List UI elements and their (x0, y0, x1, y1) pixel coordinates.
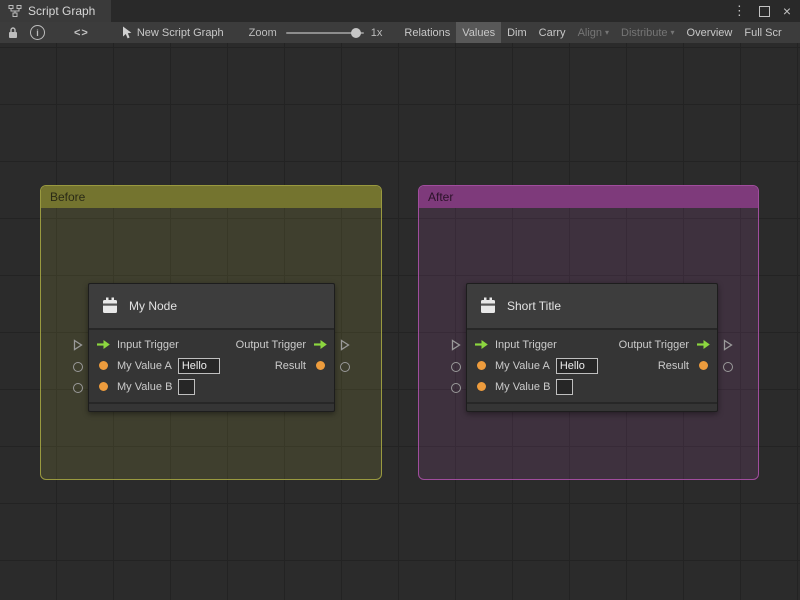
output-flow-port-icon[interactable] (723, 339, 733, 351)
port-label: My Value B (117, 380, 173, 393)
toolbar-buttons: Relations Values Dim Carry Align ▾ Distr… (398, 22, 787, 43)
node-body: Input Trigger Output Trigger My Value A … (89, 330, 334, 402)
overview-button[interactable]: Overview (681, 22, 739, 43)
lock-icon[interactable] (7, 22, 19, 43)
node-footer (89, 402, 334, 411)
port-label: Output Trigger (235, 338, 306, 351)
port-row: Input Trigger Output Trigger (89, 334, 334, 355)
output-flow-port-icon[interactable] (340, 339, 350, 351)
zoom-slider-knob[interactable] (350, 27, 361, 38)
value-port-icon[interactable] (95, 360, 111, 372)
port-row: My Value B (467, 376, 717, 397)
node-header[interactable]: My Node (89, 284, 334, 330)
value-b-field[interactable] (178, 378, 196, 395)
port-label: My Value A (117, 359, 172, 372)
chevron-down-icon: ▾ (670, 28, 675, 37)
graph-toolbar: i <> New Script Graph Zoom 1x Relations … (0, 22, 800, 44)
flow-out-icon[interactable] (695, 339, 711, 351)
node-title: My Node (129, 299, 178, 313)
menu-icon[interactable]: ⋮ (733, 3, 746, 19)
node-header[interactable]: Short Title (467, 284, 717, 330)
align-label: Align (577, 26, 603, 39)
carry-button[interactable]: Carry (533, 22, 572, 43)
flow-in-icon[interactable] (473, 339, 489, 351)
port-row: My Value A Result (467, 355, 717, 376)
input-value-port-icon[interactable] (451, 362, 461, 372)
tab-bar: Script Graph ⋮ × (0, 0, 800, 22)
info-icon[interactable]: i (30, 25, 45, 40)
maximize-icon[interactable] (758, 5, 770, 17)
script-graph-window: Script Graph ⋮ × i <> New Script Graph Z… (0, 0, 800, 600)
fullscreen-button[interactable]: Full Scr (738, 22, 787, 43)
window-controls: ⋮ × (733, 0, 800, 22)
port-label: Input Trigger (495, 338, 557, 351)
node-title: Short Title (507, 299, 562, 313)
zoom-value: 1x (370, 26, 383, 39)
distribute-label: Distribute (621, 26, 668, 39)
new-script-graph-label: New Script Graph (136, 26, 224, 39)
pointer-icon (121, 26, 132, 39)
input-flow-port-icon[interactable] (451, 339, 461, 351)
input-value-port-icon[interactable] (73, 362, 83, 372)
value-port-icon[interactable] (695, 360, 711, 372)
close-icon[interactable]: × (783, 3, 791, 19)
value-port-icon[interactable] (473, 381, 489, 393)
port-row: Input Trigger Output Trigger (467, 334, 717, 355)
port-label: Output Trigger (618, 338, 689, 351)
tab-title: Script Graph (28, 4, 96, 18)
group-before-label: Before (50, 190, 86, 204)
port-label: My Value A (495, 359, 550, 372)
chevron-down-icon: ▾ (605, 28, 610, 37)
value-a-field[interactable] (555, 357, 598, 374)
port-label: Result (657, 359, 689, 372)
node-body: Input Trigger Output Trigger My Value A … (467, 330, 717, 402)
group-after-header[interactable]: After (419, 186, 758, 208)
align-dropdown[interactable]: Align ▾ (572, 22, 615, 43)
script-graph-icon (8, 5, 22, 17)
node-footer (467, 402, 717, 411)
flow-in-icon[interactable] (95, 339, 111, 351)
port-row: My Value A Result (89, 355, 334, 376)
port-label: Result (274, 359, 306, 372)
value-b-field[interactable] (556, 378, 574, 395)
port-label: My Value B (495, 380, 551, 393)
code-icon[interactable]: <> (74, 22, 89, 43)
zoom-label: Zoom (248, 26, 277, 39)
tab-script-graph[interactable]: Script Graph (0, 0, 112, 22)
new-script-graph-button[interactable]: New Script Graph (121, 26, 224, 39)
zoom-slider[interactable] (285, 27, 364, 38)
distribute-dropdown[interactable]: Distribute ▾ (615, 22, 680, 43)
dim-button[interactable]: Dim (501, 22, 533, 43)
relations-button[interactable]: Relations (398, 22, 456, 43)
input-flow-port-icon[interactable] (73, 339, 83, 351)
node-my-node[interactable]: My Node Input Trigger Output Trigger My … (73, 283, 350, 412)
group-before-header[interactable]: Before (41, 186, 381, 208)
flow-out-icon[interactable] (312, 339, 328, 351)
value-port-icon[interactable] (95, 381, 111, 393)
value-port-icon[interactable] (473, 360, 489, 372)
node-short-title[interactable]: Short Title Input Trigger Output Trigger (451, 283, 733, 412)
values-button[interactable]: Values (456, 22, 502, 43)
input-value-port-icon[interactable] (73, 383, 83, 393)
port-row: My Value B (89, 376, 334, 397)
input-value-port-icon[interactable] (451, 383, 461, 393)
unit-icon (100, 296, 120, 316)
port-label: Input Trigger (117, 338, 179, 351)
graph-canvas[interactable]: Before After My Node Input Trigger Outpu… (0, 43, 800, 600)
value-port-icon[interactable] (312, 360, 328, 372)
unit-icon (478, 296, 498, 316)
output-value-port-icon[interactable] (340, 362, 350, 372)
output-value-port-icon[interactable] (723, 362, 733, 372)
value-a-field[interactable] (177, 357, 220, 374)
group-after-label: After (428, 190, 454, 204)
